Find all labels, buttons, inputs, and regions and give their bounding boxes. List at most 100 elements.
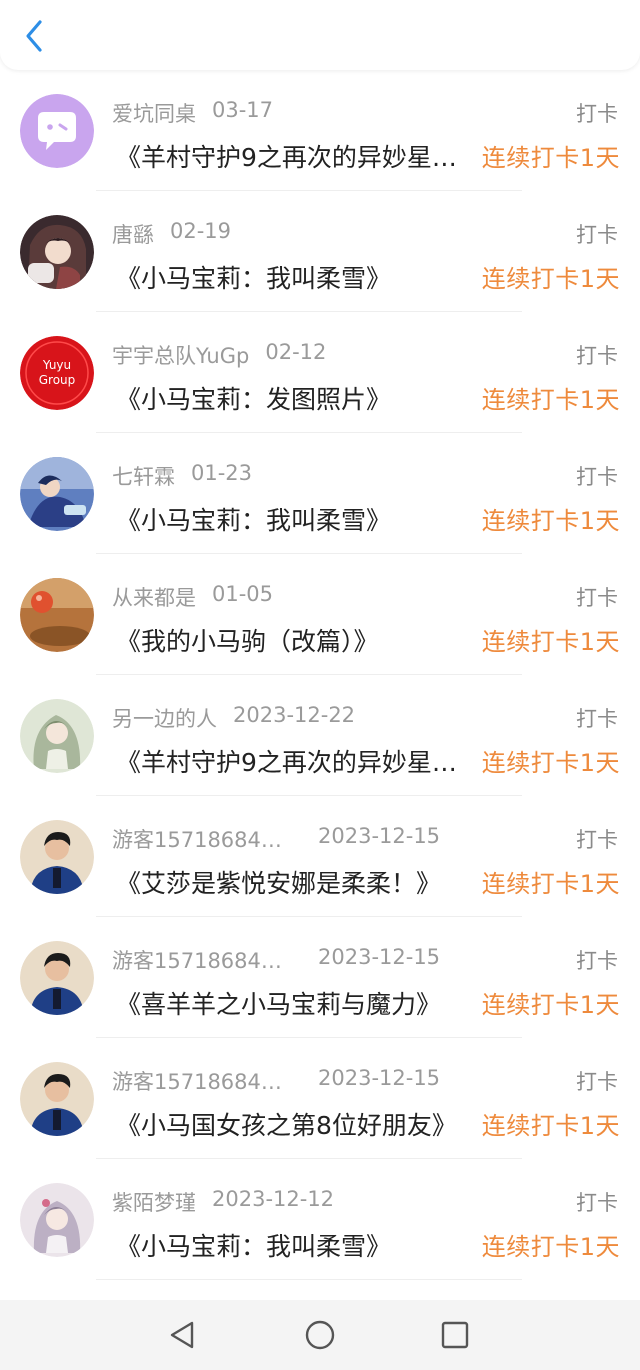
person-avatar — [20, 820, 94, 894]
book-title[interactable]: 《小马宝莉：发图照片》 — [116, 380, 464, 416]
svg-text:Group: Group — [39, 373, 76, 387]
streak-label: 连续打卡1天 — [481, 628, 620, 656]
anime-avatar — [20, 457, 94, 531]
nav-home-button[interactable] — [303, 1318, 337, 1352]
anime-avatar — [20, 215, 94, 289]
avatar[interactable] — [20, 941, 94, 1015]
book-title[interactable]: 《小马国女孩之第8位好朋友》 — [116, 1106, 464, 1142]
post-date: 2023-12-15 — [318, 945, 441, 969]
action-label: 打卡 — [576, 707, 618, 731]
list-item[interactable]: 另一边的人 2023-12-22 《羊村守护9之再次的异妙星球》 打卡 连续打卡1… — [0, 675, 640, 796]
anime-avatar — [20, 1183, 94, 1257]
user-name[interactable]: 从来都是 — [112, 582, 196, 612]
book-title[interactable]: 《小马宝莉：我叫柔雪》 — [116, 259, 464, 295]
post-date: 03-17 — [212, 98, 274, 122]
user-name[interactable]: 游客15718684… — [112, 1066, 302, 1096]
triangle-back-icon — [170, 1321, 194, 1349]
action-label: 打卡 — [576, 465, 618, 489]
book-title[interactable]: 《羊村守护9之再次的异妙星球》 — [116, 138, 464, 174]
item-meta: 紫陌梦瑾 2023-12-12 — [112, 1187, 334, 1217]
post-date: 2023-12-12 — [212, 1187, 335, 1211]
streak-label: 连续打卡1天 — [481, 507, 620, 535]
list-item[interactable]: 唐繇 02-19 《小马宝莉：我叫柔雪》 打卡 连续打卡1天 — [0, 191, 640, 312]
person-avatar — [20, 1062, 94, 1136]
streak-label: 连续打卡1天 — [481, 1233, 620, 1261]
item-meta: 七轩霖 01-23 — [112, 461, 252, 491]
person-avatar — [20, 941, 94, 1015]
user-name[interactable]: 爱坑同桌 — [112, 98, 196, 128]
book-title[interactable]: 《小马宝莉：我叫柔雪》 — [116, 501, 464, 537]
post-date: 01-23 — [191, 461, 253, 485]
streak-label: 连续打卡1天 — [481, 870, 620, 898]
action-label: 打卡 — [576, 1070, 618, 1094]
action-label: 打卡 — [576, 949, 618, 973]
top-bar — [0, 0, 640, 70]
item-meta: 宇宇总队YuGp 02-12 — [112, 340, 326, 370]
item-meta: 从来都是 01-05 — [112, 582, 273, 612]
item-meta: 游客15718684… 2023-12-15 — [112, 824, 440, 854]
item-meta: 游客15718684… 2023-12-15 — [112, 945, 440, 975]
svg-text:Yuyu: Yuyu — [42, 358, 71, 372]
book-title[interactable]: 《艾莎是紫悦安娜是柔柔！》 — [116, 864, 464, 900]
user-name[interactable]: 宇宇总队YuGp — [112, 340, 249, 370]
nav-recent-button[interactable] — [438, 1318, 472, 1352]
avatar[interactable] — [20, 1062, 94, 1136]
user-name[interactable]: 游客15718684… — [112, 824, 302, 854]
book-title[interactable]: 《喜羊羊之小马宝莉与魔力》 — [116, 985, 464, 1021]
action-label: 打卡 — [576, 586, 618, 610]
user-name[interactable]: 紫陌梦瑾 — [112, 1187, 196, 1217]
avatar[interactable] — [20, 94, 94, 168]
streak-label: 连续打卡1天 — [481, 144, 620, 172]
chat-bubble-avatar — [20, 94, 94, 168]
nav-back-button[interactable] — [166, 1318, 200, 1352]
list-item[interactable]: 爱坑同桌 03-17 《羊村守护9之再次的异妙星球》 打卡 连续打卡1天 — [0, 70, 640, 191]
list-item[interactable]: 游客15718684… 2023-12-15 《艾莎是紫悦安娜是柔柔！》 打卡 连… — [0, 796, 640, 917]
streak-label: 连续打卡1天 — [481, 991, 620, 1019]
action-label: 打卡 — [576, 1191, 618, 1215]
orange-avatar — [20, 578, 94, 652]
system-nav-bar — [0, 1300, 640, 1370]
post-date: 2023-12-15 — [318, 1066, 441, 1090]
action-label: 打卡 — [576, 223, 618, 247]
post-date: 02-19 — [170, 219, 232, 243]
user-name[interactable]: 唐繇 — [112, 219, 154, 249]
streak-label: 连续打卡1天 — [481, 386, 620, 414]
list-item[interactable]: 七轩霖 01-23 《小马宝莉：我叫柔雪》 打卡 连续打卡1天 — [0, 433, 640, 554]
book-title[interactable]: 《我的小马驹（改篇）》 — [116, 622, 464, 658]
avatar[interactable] — [20, 1183, 94, 1257]
item-meta: 另一边的人 2023-12-22 — [112, 703, 355, 733]
post-date: 02-12 — [265, 340, 327, 364]
user-name[interactable]: 七轩霖 — [112, 461, 175, 491]
avatar[interactable]: Yuyu Group — [20, 336, 94, 410]
avatar[interactable] — [20, 457, 94, 531]
post-date: 01-05 — [212, 582, 274, 606]
user-name[interactable]: 另一边的人 — [112, 703, 217, 733]
item-meta: 唐繇 02-19 — [112, 219, 231, 249]
list-item[interactable]: 从来都是 01-05 《我的小马驹（改篇）》 打卡 连续打卡1天 — [0, 554, 640, 675]
action-label: 打卡 — [576, 344, 618, 368]
circle-home-icon — [305, 1320, 335, 1350]
list-item[interactable]: Yuyu Group 宇宇总队YuGp 02-12 《小马宝莉：发图照片》 打卡 … — [0, 312, 640, 433]
square-recent-icon — [441, 1321, 469, 1349]
divider — [96, 1279, 522, 1280]
post-date: 2023-12-22 — [233, 703, 356, 727]
action-label: 打卡 — [576, 828, 618, 852]
book-title[interactable]: 《羊村守护9之再次的异妙星球》 — [116, 743, 464, 779]
avatar[interactable] — [20, 820, 94, 894]
action-label: 打卡 — [576, 102, 618, 126]
anime-avatar — [20, 699, 94, 773]
chevron-left-icon — [26, 20, 42, 52]
item-meta: 爱坑同桌 03-17 — [112, 98, 273, 128]
list-item[interactable]: 游客15718684… 2023-12-15 《喜羊羊之小马宝莉与魔力》 打卡 连… — [0, 917, 640, 1038]
item-meta: 游客15718684… 2023-12-15 — [112, 1066, 440, 1096]
avatar[interactable] — [20, 699, 94, 773]
avatar[interactable] — [20, 578, 94, 652]
list-item[interactable]: 紫陌梦瑾 2023-12-12 《小马宝莉：我叫柔雪》 打卡 连续打卡1天 — [0, 1159, 640, 1280]
book-title[interactable]: 《小马宝莉：我叫柔雪》 — [116, 1227, 464, 1263]
back-button[interactable] — [18, 14, 52, 58]
streak-label: 连续打卡1天 — [481, 265, 620, 293]
list-item[interactable]: 游客15718684… 2023-12-15 《小马国女孩之第8位好朋友》 打卡 … — [0, 1038, 640, 1159]
streak-label: 连续打卡1天 — [481, 749, 620, 777]
avatar[interactable] — [20, 215, 94, 289]
user-name[interactable]: 游客15718684… — [112, 945, 302, 975]
